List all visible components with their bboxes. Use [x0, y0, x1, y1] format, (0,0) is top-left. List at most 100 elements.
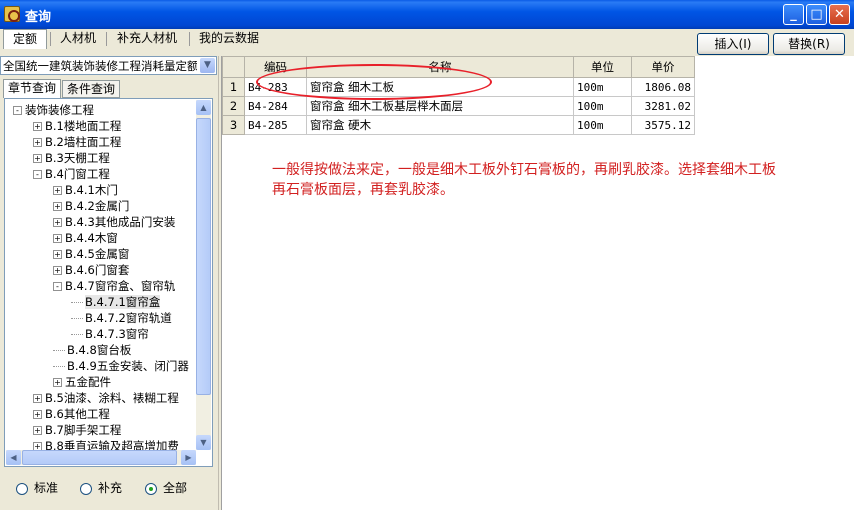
scroll-thumb[interactable]	[22, 450, 177, 465]
cell-unit[interactable]: 100m	[573, 96, 632, 116]
expand-icon[interactable]: +	[33, 394, 42, 403]
tree-item[interactable]: - 装饰装修工程	[13, 102, 94, 118]
tree-connector	[53, 366, 65, 367]
tree-item[interactable]: + B.1楼地面工程	[33, 118, 121, 134]
cell-price[interactable]: 3575.12	[631, 115, 695, 135]
tree-connector	[71, 334, 83, 335]
tree-item[interactable]: + B.5油漆、涂料、裱糊工程	[33, 390, 179, 406]
col-header-code[interactable]: 编码	[244, 56, 307, 78]
radio-dot[interactable]	[80, 482, 92, 495]
tree-item[interactable]: + B.4.2金属门	[53, 198, 129, 214]
tree-item[interactable]: + B.4.6门窗套	[53, 262, 129, 278]
insert-button[interactable]: 插入(I)	[697, 33, 769, 55]
scroll-up-icon[interactable]: ▲	[196, 100, 211, 115]
tree-item[interactable]: + B.3天棚工程	[33, 150, 110, 166]
tree-item-label: B.6其他工程	[45, 407, 110, 421]
tab-quota[interactable]: 定额	[3, 29, 47, 49]
chevron-down-icon[interactable]: ▼	[200, 58, 215, 73]
title-bar: 查询 _ □ ✕	[0, 0, 854, 29]
tab-supplementary-lmm[interactable]: 补充人材机	[108, 29, 186, 49]
collapse-icon[interactable]: -	[53, 282, 62, 291]
chapter-tree: - 装饰装修工程 + B.1楼地面工程 + B.2墙柱面工程 + B.3天棚工程 - B.4门窗工…	[4, 98, 213, 467]
cell-price[interactable]: 3281.02	[631, 96, 695, 116]
expand-icon[interactable]: +	[53, 234, 62, 243]
row-number: 1	[222, 77, 245, 97]
radio-dot[interactable]	[145, 482, 157, 495]
tree-item-label: B.4.6门窗套	[65, 263, 130, 277]
table-row[interactable]: 2 B4-284 窗帘盒 细木工板基层榉木面层 100m 3281.02	[222, 96, 695, 116]
cell-code[interactable]: B4-283	[244, 77, 307, 97]
tree-item-label: B.4.7窗帘盒、窗帘轨	[65, 279, 176, 293]
tree-item[interactable]: - B.4门窗工程	[33, 166, 110, 182]
col-header-price[interactable]: 单价	[631, 56, 695, 78]
tree-item[interactable]: + B.7脚手架工程	[33, 422, 121, 438]
maximize-button[interactable]: □	[806, 4, 827, 25]
scroll-left-icon[interactable]: ◀	[6, 450, 21, 465]
subtab-chapter-query[interactable]: 章节查询	[3, 79, 61, 98]
cell-unit[interactable]: 100m	[573, 77, 632, 97]
tree-item[interactable]: B.4.7.3窗帘	[71, 326, 149, 342]
radio-standard[interactable]: 标准	[16, 481, 58, 495]
cell-code[interactable]: B4-284	[244, 96, 307, 116]
collapse-icon[interactable]: -	[13, 106, 22, 115]
tree-item-label: B.4.1木门	[65, 183, 118, 197]
tree-item[interactable]: + B.4.3其他成品门安装	[53, 214, 175, 230]
cell-name[interactable]: 窗帘盒 硬木	[306, 115, 574, 135]
tree-horizontal-scrollbar[interactable]: ◀ ▶	[6, 450, 196, 465]
expand-icon[interactable]: +	[53, 250, 62, 259]
radio-dot[interactable]	[16, 482, 28, 495]
subtab-condition-query[interactable]: 条件查询	[62, 80, 120, 98]
tree-item[interactable]: B.4.9五金安装、闭门器	[53, 358, 189, 374]
scroll-thumb[interactable]	[196, 118, 211, 395]
expand-icon[interactable]: +	[33, 426, 42, 435]
tree-item-label: B.2墙柱面工程	[45, 135, 122, 149]
quota-library-select[interactable]: 全国统一建筑装饰装修工程消耗量定额 ▼	[0, 56, 217, 75]
tree-item[interactable]: B.4.7.1窗帘盒	[71, 294, 161, 310]
expand-icon[interactable]: +	[53, 202, 62, 211]
tree-item[interactable]: + 五金配件	[53, 374, 111, 390]
cell-price[interactable]: 1806.08	[631, 77, 695, 97]
replace-button[interactable]: 替换(R)	[773, 33, 845, 55]
tree-vertical-scrollbar[interactable]: ▲ ▼	[196, 100, 211, 450]
tree-item[interactable]: + B.4.1木门	[53, 182, 118, 198]
cell-name[interactable]: 窗帘盒 细木工板基层榉木面层	[306, 96, 574, 116]
minimize-button[interactable]: _	[783, 4, 804, 25]
cell-name[interactable]: 窗帘盒 细木工板	[306, 77, 574, 97]
annotation-note: 一般得按做法来定，一般是细木工板外钉石膏板的，再刷乳胶漆。选择套细木工板 再石膏…	[272, 162, 776, 198]
tree-item[interactable]: B.4.7.2窗帘轨道	[71, 310, 172, 326]
tree-item[interactable]: B.4.8窗台板	[53, 342, 131, 358]
tree-item-label: B.4.2金属门	[65, 199, 130, 213]
expand-icon[interactable]: +	[53, 378, 62, 387]
scroll-down-icon[interactable]: ▼	[196, 435, 211, 450]
expand-icon[interactable]: +	[33, 154, 42, 163]
cell-unit[interactable]: 100m	[573, 115, 632, 135]
radio-all[interactable]: 全部	[145, 481, 187, 495]
app-icon	[4, 6, 20, 22]
tree-item[interactable]: + B.4.4木窗	[53, 230, 118, 246]
tree-item[interactable]: + B.6其他工程	[33, 406, 110, 422]
tab-my-cloud-data[interactable]: 我的云数据	[191, 29, 267, 49]
scroll-right-icon[interactable]: ▶	[181, 450, 196, 465]
close-button[interactable]: ✕	[829, 4, 850, 25]
expand-icon[interactable]: +	[33, 410, 42, 419]
col-header-name[interactable]: 名称	[306, 56, 574, 78]
expand-icon[interactable]: +	[53, 266, 62, 275]
expand-icon[interactable]: +	[33, 138, 42, 147]
tree-item-label: B.4.5金属窗	[65, 247, 130, 261]
tree-item[interactable]: + B.4.5金属窗	[53, 246, 129, 262]
tab-separator	[50, 32, 51, 46]
col-header-unit[interactable]: 单位	[573, 56, 632, 78]
tree-item-label: B.4.4木窗	[65, 231, 118, 245]
radio-supplementary[interactable]: 补充	[80, 481, 122, 495]
tab-labor-material-machine[interactable]: 人材机	[52, 29, 104, 49]
results-pane: 编码 名称 单位 单价 1 B4-283 窗帘盒 细木工板 100m 1806.…	[221, 56, 854, 510]
expand-icon[interactable]: +	[53, 218, 62, 227]
tree-item[interactable]: - B.4.7窗帘盒、窗帘轨	[53, 278, 175, 294]
cell-code[interactable]: B4-285	[244, 115, 307, 135]
collapse-icon[interactable]: -	[33, 170, 42, 179]
table-row[interactable]: 1 B4-283 窗帘盒 细木工板 100m 1806.08	[222, 77, 695, 97]
table-row[interactable]: 3 B4-285 窗帘盒 硬木 100m 3575.12	[222, 115, 695, 135]
expand-icon[interactable]: +	[33, 122, 42, 131]
tree-item[interactable]: + B.2墙柱面工程	[33, 134, 121, 150]
expand-icon[interactable]: +	[53, 186, 62, 195]
